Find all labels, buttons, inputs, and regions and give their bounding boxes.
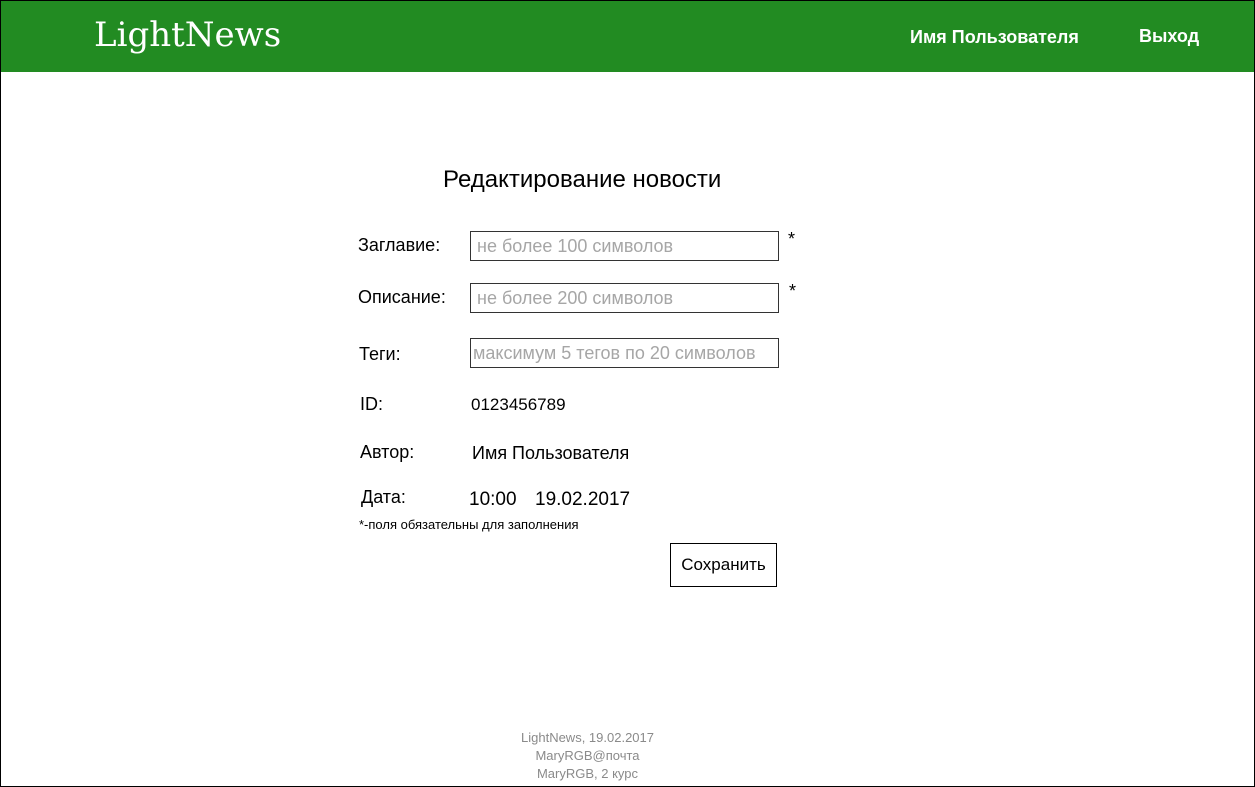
description-input[interactable] (470, 283, 779, 313)
required-fields-note: *-поля обязательны для заполнения (359, 517, 579, 532)
tags-label: Теги: (359, 344, 401, 364)
logout-link[interactable]: Выход (1139, 25, 1199, 47)
top-bar: LightNews Имя Пользователя Выход (1, 1, 1254, 72)
description-required-mark: * (789, 281, 797, 301)
user-profile-link[interactable]: Имя Пользователя (910, 26, 1079, 48)
headline-input[interactable] (470, 231, 779, 261)
description-label: Описание: (358, 287, 446, 307)
time-value: 10:00 (469, 489, 517, 510)
footer: LightNews, 19.02.2017 MaryRGB@почта Mary… (0, 729, 1175, 783)
author-label: Автор: (360, 442, 415, 462)
tags-input[interactable] (470, 338, 779, 368)
author-value: Имя Пользователя (472, 443, 630, 463)
id-label: ID: (360, 394, 384, 414)
date-value: 19.02.2017 (535, 489, 631, 510)
save-button[interactable]: Сохранить (670, 543, 777, 587)
headline-label: Заглавие: (358, 235, 441, 255)
footer-author: MaryRGB, 2 курс (536, 766, 639, 781)
date-label: Дата: (361, 487, 406, 507)
site-logo[interactable]: LightNews (94, 15, 281, 55)
headline-required-mark: * (788, 229, 796, 249)
page-frame (0, 0, 1255, 787)
page-title: Редактирование новости (443, 166, 722, 193)
footer-email: MaryRGB@почта (535, 748, 640, 763)
id-value: 0123456789 (471, 395, 566, 414)
footer-copyright: LightNews, 19.02.2017 (521, 730, 654, 745)
